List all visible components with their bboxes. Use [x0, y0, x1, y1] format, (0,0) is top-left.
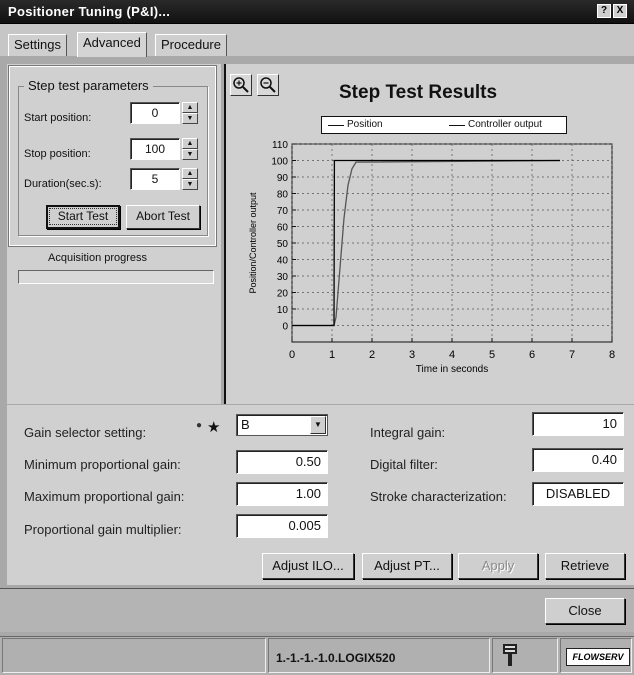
gain-selector-dropdown[interactable]: B ▼	[236, 414, 328, 436]
tab-strip: Settings Advanced Procedure	[0, 24, 634, 57]
chart-legend: Position Controller output	[321, 116, 567, 134]
abort-test-button[interactable]: Abort Test	[126, 205, 200, 229]
x-tick-label: 1	[329, 349, 335, 361]
y-tick-label: 30	[277, 272, 289, 283]
chevron-down-icon[interactable]: ▼	[310, 416, 326, 434]
max-prop-gain-label: Maximum proportional gain:	[24, 489, 185, 504]
start-test-button[interactable]: Start Test	[46, 205, 120, 229]
y-tick-label: 110	[272, 140, 288, 151]
integral-gain-input[interactable]: 10	[532, 412, 624, 436]
digital-filter-input[interactable]: 0.40	[532, 448, 624, 472]
min-prop-gain-label: Minimum proportional gain:	[24, 457, 181, 472]
x-tick-label: 7	[569, 349, 575, 361]
y-tick-label: 40	[277, 256, 289, 267]
gain-selector-label: Gain selector setting:	[24, 425, 147, 440]
stop-position-label: Stop position:	[24, 148, 91, 160]
start-position-label: Start position:	[24, 112, 92, 124]
close-button[interactable]: Close	[545, 598, 625, 624]
start-position-input[interactable]: 0	[130, 102, 180, 124]
duration-input[interactable]: 5	[130, 168, 180, 190]
min-prop-gain-input[interactable]: 0.50	[236, 450, 328, 474]
title-bar: Positioner Tuning (P&I)... ? X	[0, 0, 634, 24]
y-tick-label: 0	[282, 322, 288, 333]
gain-selector-value: B	[241, 417, 250, 432]
digital-filter-label: Digital filter:	[370, 457, 438, 472]
legend-swatch-position	[328, 125, 344, 126]
indicator-dot-icon: ●	[196, 420, 203, 431]
star-icon: ★	[207, 419, 221, 436]
integral-gain-label: Integral gain:	[370, 425, 446, 440]
x-tick-label: 0	[289, 349, 295, 361]
x-tick-label: 5	[489, 349, 495, 361]
step-test-group-title: Step test parameters	[24, 78, 153, 93]
spin-up-icon[interactable]: ▲	[182, 102, 198, 113]
dialog-footer	[0, 588, 634, 632]
spin-down-icon[interactable]: ▼	[182, 179, 198, 190]
acquisition-progress-label: Acquisition progress	[48, 252, 148, 264]
legend-swatch-controller	[449, 125, 465, 126]
duration-label: Duration(sec.s):	[24, 178, 102, 190]
duration-spinner[interactable]: 5 ▲ ▼	[130, 168, 202, 190]
status-cell-empty	[2, 638, 266, 673]
x-tick-label: 2	[369, 349, 375, 361]
y-axis-label: Position/Controller output	[248, 192, 258, 294]
y-tick-label: 10	[277, 305, 289, 316]
spin-down-icon[interactable]: ▼	[182, 113, 198, 124]
tab-settings[interactable]: Settings	[8, 34, 67, 56]
legend-label-controller: Controller output	[468, 119, 542, 130]
max-prop-gain-input[interactable]: 1.00	[236, 482, 328, 506]
y-tick-label: 50	[277, 239, 289, 250]
spin-up-icon[interactable]: ▲	[182, 138, 198, 149]
close-window-button[interactable]: X	[613, 4, 627, 18]
zoom-out-icon[interactable]	[257, 74, 279, 96]
spin-up-icon[interactable]: ▲	[182, 168, 198, 179]
flowserve-logo: FLOWSERV	[566, 648, 630, 666]
apply-button[interactable]: Apply	[458, 553, 538, 579]
chart-title: Step Test Results	[339, 82, 498, 103]
x-tick-label: 6	[529, 349, 535, 361]
y-tick-label: 70	[277, 206, 289, 217]
spin-down-icon[interactable]: ▼	[182, 149, 198, 160]
y-tick-label: 20	[277, 289, 289, 300]
help-button[interactable]: ?	[597, 4, 611, 18]
adjust-ilo-button[interactable]: Adjust ILO...	[262, 553, 354, 579]
step-test-chart: 0 1 2 3 4 5 6 7 80102030405060708090100110Time i…	[248, 140, 615, 375]
stroke-char-label: Stroke characterization:	[370, 489, 507, 504]
prop-gain-mult-label: Proportional gain multiplier:	[24, 522, 182, 537]
device-id: 1.-1.-1.-1.0.LOGIX520	[276, 651, 396, 665]
zoom-in-icon[interactable]	[230, 74, 252, 96]
window-title: Positioner Tuning (P&I)...	[8, 4, 171, 19]
device-connector-icon	[500, 642, 520, 671]
y-tick-label: 80	[277, 190, 289, 201]
prop-gain-mult-input[interactable]: 0.005	[236, 514, 328, 538]
x-axis-label: Time in seconds	[416, 364, 488, 375]
y-tick-label: 60	[277, 223, 289, 234]
x-tick-label: 4	[449, 349, 455, 361]
x-tick-label: 3	[409, 349, 415, 361]
legend-label-position: Position	[347, 119, 383, 130]
x-tick-label: 8	[609, 349, 615, 361]
start-test-label: Start Test	[49, 208, 117, 225]
y-tick-label: 90	[277, 173, 289, 184]
adjust-pt-button[interactable]: Adjust PT...	[362, 553, 452, 579]
tab-procedure[interactable]: Procedure	[155, 34, 227, 56]
start-position-spinner[interactable]: 0 ▲ ▼	[130, 102, 202, 124]
y-tick-label: 100	[271, 157, 288, 168]
acquisition-progress-bar	[18, 270, 214, 284]
retrieve-button[interactable]: Retrieve	[545, 553, 625, 579]
stop-position-input[interactable]: 100	[130, 138, 180, 160]
stop-position-spinner[interactable]: 100 ▲ ▼	[130, 138, 202, 160]
tab-advanced[interactable]: Advanced	[77, 32, 147, 57]
stroke-char-value: DISABLED	[532, 482, 624, 506]
